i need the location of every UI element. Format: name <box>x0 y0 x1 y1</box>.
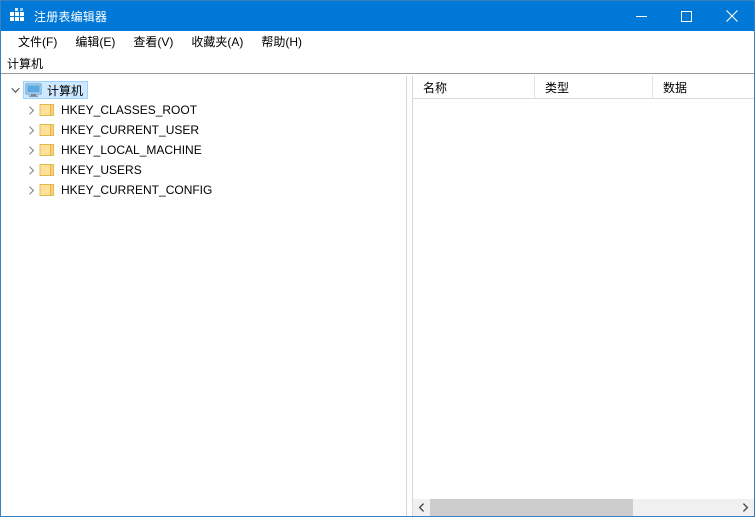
scroll-right-button[interactable] <box>737 499 754 516</box>
pane-splitter[interactable] <box>406 76 413 516</box>
tree-item-label: HKEY_LOCAL_MACHINE <box>60 143 202 157</box>
tree-item-label: HKEY_USERS <box>60 163 142 177</box>
tree-item-hkey-current-user[interactable]: HKEY_CURRENT_USER <box>1 120 405 140</box>
window-title: 注册表编辑器 <box>34 8 619 25</box>
tree-item-label: 计算机 <box>46 82 83 99</box>
chevron-right-icon[interactable] <box>23 182 39 198</box>
maximize-button[interactable] <box>664 1 709 31</box>
close-button[interactable] <box>709 1 754 31</box>
menu-file[interactable]: 文件(F) <box>9 31 66 53</box>
folder-icon <box>39 183 55 197</box>
tree-item-label: HKEY_CURRENT_USER <box>60 123 199 137</box>
menu-favorites[interactable]: 收藏夹(A) <box>182 31 252 53</box>
tree-item-hkey-classes-root[interactable]: HKEY_CLASSES_ROOT <box>1 100 405 120</box>
menu-view[interactable]: 查看(V) <box>124 31 182 53</box>
column-header-data[interactable]: 数据 <box>653 76 754 98</box>
tree-item-label: HKEY_CURRENT_CONFIG <box>60 183 212 197</box>
value-list-body[interactable] <box>413 99 754 498</box>
registry-tree: 计算机 HKEY_CLASSES_ROOT <box>1 76 405 200</box>
scrollbar-track[interactable] <box>430 499 737 516</box>
chevron-down-icon[interactable] <box>7 82 23 98</box>
tree-item-hkey-local-machine[interactable]: HKEY_LOCAL_MACHINE <box>1 140 405 160</box>
address-bar-value: 计算机 <box>7 55 43 72</box>
minimize-button[interactable] <box>619 1 664 31</box>
menu-bar: 文件(F) 编辑(E) 查看(V) 收藏夹(A) 帮助(H) <box>1 31 754 52</box>
registry-editor-window: 注册表编辑器 文件(F) 编辑(E) 查看(V) 收藏夹(A) <box>0 0 755 517</box>
column-header-row: 名称 类型 数据 <box>413 76 754 99</box>
tree-item-computer[interactable]: 计算机 <box>1 80 405 100</box>
folder-icon <box>39 163 55 177</box>
maximize-icon <box>681 11 692 22</box>
chevron-right-icon[interactable] <box>23 162 39 178</box>
value-list-pane: 名称 类型 数据 <box>413 76 754 516</box>
scroll-left-button[interactable] <box>413 499 430 516</box>
registry-grid-icon <box>10 8 26 24</box>
chevron-right-icon[interactable] <box>23 102 39 118</box>
folder-icon <box>39 143 55 157</box>
chevron-left-icon <box>418 503 425 512</box>
content-area: 计算机 HKEY_CLASSES_ROOT <box>1 76 754 516</box>
folder-icon <box>39 103 55 117</box>
computer-monitor-icon <box>25 83 42 97</box>
column-header-type[interactable]: 类型 <box>535 76 653 98</box>
chevron-right-icon <box>742 503 749 512</box>
tree-item-label: HKEY_CLASSES_ROOT <box>60 103 197 117</box>
menu-help[interactable]: 帮助(H) <box>252 31 311 53</box>
window-controls <box>619 1 754 31</box>
tree-item-hkey-users[interactable]: HKEY_USERS <box>1 160 405 180</box>
horizontal-scrollbar[interactable] <box>413 498 754 516</box>
chevron-right-icon[interactable] <box>23 122 39 138</box>
tree-pane: 计算机 HKEY_CLASSES_ROOT <box>1 76 406 516</box>
close-icon <box>726 10 738 22</box>
column-header-name[interactable]: 名称 <box>413 76 535 98</box>
menu-edit[interactable]: 编辑(E) <box>66 31 124 53</box>
folder-icon <box>39 123 55 137</box>
tree-item-hkey-current-config[interactable]: HKEY_CURRENT_CONFIG <box>1 180 405 200</box>
scrollbar-thumb[interactable] <box>430 499 633 516</box>
chevron-right-icon[interactable] <box>23 142 39 158</box>
title-bar[interactable]: 注册表编辑器 <box>1 1 754 31</box>
address-bar[interactable]: 计算机 <box>1 52 754 74</box>
minimize-icon <box>636 11 647 22</box>
